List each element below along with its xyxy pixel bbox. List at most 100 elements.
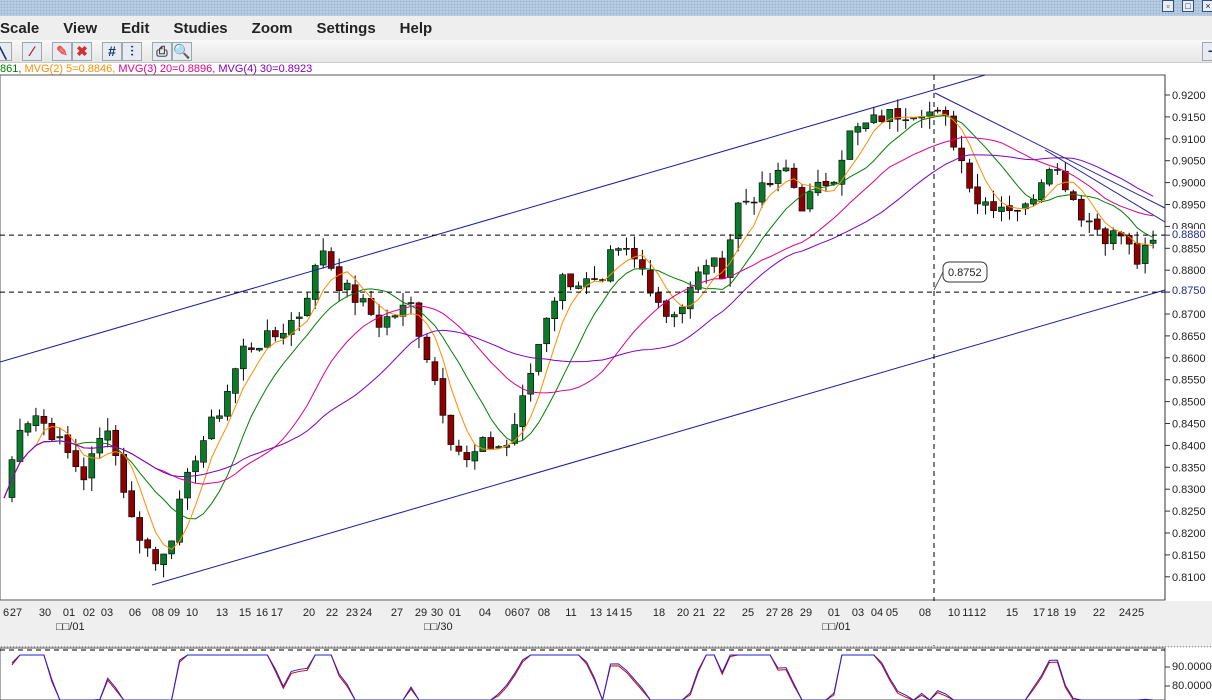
- price-tick-label: 0.8350: [1172, 462, 1206, 474]
- candle-body: [974, 186, 981, 205]
- candle-body: [591, 278, 598, 280]
- candle-body: [862, 122, 870, 130]
- candle-body: [623, 248, 630, 250]
- candle-body: [806, 191, 814, 210]
- month-label: □□/01: [56, 621, 85, 633]
- price-tick-label: 0.8800: [1172, 265, 1206, 277]
- candle-body: [1149, 239, 1157, 244]
- candle-body: [72, 450, 80, 467]
- date-tick-label: 04: [870, 607, 884, 619]
- candle-body: [431, 361, 439, 381]
- candle-body: [1062, 170, 1069, 191]
- date-tick-label: 21: [692, 607, 706, 619]
- date-tick-label: 03: [851, 607, 865, 619]
- date-tick-label: 17: [1032, 607, 1046, 619]
- candle-body: [782, 167, 790, 172]
- candle-body: [1046, 169, 1053, 185]
- price-chart[interactable]: 0.8100 0.8150 0.8200 0.8250 0.8300 0.8350 0.84…: [0, 0, 1212, 700]
- candle-body: [822, 180, 830, 186]
- date-tick-label: 15: [619, 607, 633, 619]
- candle-body: [104, 430, 112, 441]
- candle-body: [750, 201, 758, 204]
- date-tick-label: 01: [448, 607, 462, 619]
- candle-body: [48, 422, 56, 440]
- candle-body: [232, 368, 239, 394]
- date-tick-label: 29: [414, 607, 428, 619]
- date-tick-label: 03: [100, 607, 114, 619]
- date-tick-label: 11: [962, 607, 974, 619]
- candle-body: [926, 111, 933, 117]
- date-tick-label: 27: [390, 607, 404, 619]
- date-tick-label: 11: [565, 607, 577, 619]
- date-tick-label: 08: [151, 607, 165, 619]
- pane-divider[interactable]: [0, 645, 1212, 648]
- date-tick-label: 25: [1131, 607, 1145, 619]
- price-tick-label: 0.9200: [1172, 90, 1206, 102]
- candle-body: [56, 436, 64, 439]
- candle-body: [192, 460, 199, 473]
- date-tick-label: 30: [430, 607, 444, 619]
- candle-body: [455, 445, 463, 452]
- date-tick-label: 17: [270, 607, 284, 619]
- candle-body: [758, 182, 766, 203]
- date-tick-label: 22: [325, 607, 339, 619]
- date-tick-label: 18: [652, 607, 666, 619]
- date-tick-label: 22: [1092, 607, 1106, 619]
- price-tick-label: 0.9050: [1172, 156, 1206, 168]
- date-tick-label: 01: [62, 607, 76, 619]
- date-tick-label: 24: [359, 607, 373, 619]
- price-tick-label: 0.8950: [1172, 200, 1206, 212]
- candle-body: [64, 434, 72, 453]
- candle-body: [279, 332, 287, 339]
- candle-body: [16, 429, 24, 462]
- date-tick-label: 05: [885, 607, 899, 619]
- date-tick-label: 16: [255, 607, 269, 619]
- price-tick-label: 0.9000: [1172, 178, 1206, 190]
- candle-body: [734, 202, 742, 239]
- candle-body: [678, 306, 686, 315]
- indicator-label-90: 90.0000: [1172, 661, 1212, 673]
- price-label-text: 0.8752: [948, 267, 982, 279]
- candle-body: [176, 498, 183, 543]
- candle-body: [766, 182, 774, 186]
- price-tick-label: 0.8650: [1172, 331, 1206, 343]
- date-axis: 6 27 30 01 02 03 06 08 09 10 13 15 16 17 20 22 23 24 27 29 3…: [0, 601, 1212, 645]
- price-tick-label: 0.8200: [1172, 528, 1206, 540]
- date-tick-label: 06: [504, 607, 518, 619]
- price-tick-label: 0.8450: [1172, 419, 1206, 431]
- price-tick-label: 0.8150: [1172, 550, 1206, 562]
- candle-body: [96, 437, 104, 454]
- price-tick-label: 0.8250: [1172, 506, 1206, 518]
- candle-body: [998, 206, 1005, 212]
- price-tick-label: 0.8500: [1172, 397, 1206, 409]
- candle-body: [798, 187, 806, 212]
- candle-body: [487, 437, 495, 449]
- candle-body: [1014, 209, 1021, 212]
- date-tick-label: 13: [215, 607, 229, 619]
- candle-body: [1101, 228, 1109, 245]
- date-tick-label: 13: [589, 607, 603, 619]
- date-tick-label: 18: [1046, 607, 1060, 619]
- candle-body: [295, 316, 303, 319]
- price-tick-label: 0.8600: [1172, 353, 1206, 365]
- price-tick-label: 0.9100: [1172, 134, 1206, 146]
- month-label: □□/30: [424, 621, 453, 633]
- candle-body: [958, 147, 965, 162]
- candle-body: [702, 265, 710, 275]
- candle-body: [120, 454, 127, 493]
- candle-body: [615, 248, 622, 251]
- indicator-pane: [0, 647, 1166, 700]
- price-tick-label: 0.8850: [1172, 243, 1206, 255]
- candle-body: [790, 167, 798, 188]
- candle-body: [463, 452, 471, 461]
- date-tick-label: 04: [478, 607, 492, 619]
- date-tick-label: 24: [1118, 607, 1132, 619]
- date-tick-label: 14: [605, 607, 619, 619]
- candle-body: [1054, 169, 1061, 171]
- candle-body: [80, 466, 88, 481]
- price-tick-label: 0.8100: [1172, 572, 1206, 584]
- candle-body: [878, 115, 886, 122]
- candle-body: [128, 490, 135, 518]
- date-tick-label: 07: [517, 607, 531, 619]
- candle-body: [160, 553, 167, 565]
